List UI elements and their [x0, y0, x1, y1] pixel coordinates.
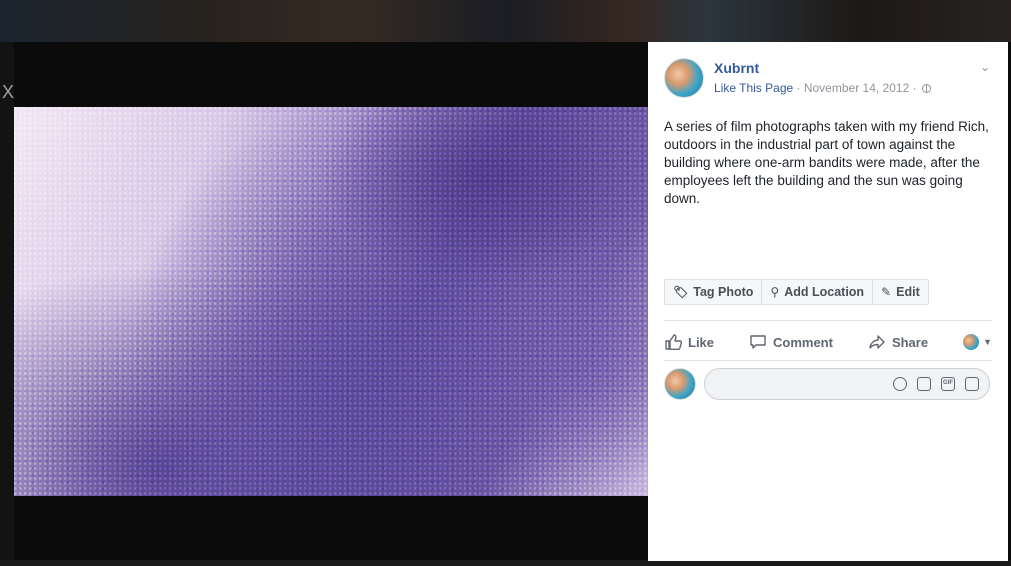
share-label: Share: [891, 334, 929, 350]
divider: [664, 320, 992, 321]
photo-grain: [14, 107, 648, 496]
camera-icon[interactable]: [917, 377, 931, 391]
comment-button[interactable]: Comment: [749, 333, 833, 351]
background-page: [0, 0, 1011, 42]
like-label: Like: [688, 334, 715, 350]
comment-composer: GIF: [664, 368, 990, 401]
post-date[interactable]: November 14, 2012: [804, 81, 909, 95]
post-meta: Xubrnt Like This Page · November 14, 201…: [714, 58, 931, 98]
edit-button[interactable]: ✎ Edit: [873, 280, 928, 304]
tag-icon: 🏷: [673, 285, 689, 299]
add-location-label: Add Location: [784, 285, 865, 299]
thumbs-up-icon: [665, 334, 682, 350]
comment-input[interactable]: [717, 369, 901, 401]
divider: [664, 360, 992, 361]
add-location-button[interactable]: ⚲ Add Location: [762, 280, 874, 304]
post-description: A series of film photographs taken with …: [664, 119, 989, 206]
tag-photo-label: Tag Photo: [693, 285, 754, 299]
tag-photo-button[interactable]: 🏷 Tag Photo: [665, 280, 763, 304]
photo-viewer-image[interactable]: [14, 107, 648, 496]
viewer-avatar: [963, 334, 980, 350]
commenter-avatar: [664, 368, 696, 400]
like-page-link[interactable]: Like This Page: [714, 81, 793, 95]
comment-tools: GIF: [883, 377, 979, 391]
separator: ·: [909, 81, 920, 95]
close-icon[interactable]: X: [2, 82, 14, 103]
chevron-down-icon[interactable]: ⌄: [980, 60, 990, 74]
like-button[interactable]: Like: [664, 333, 714, 351]
pencil-icon: ✎: [881, 285, 892, 299]
reaction-bar: Like Comment Share ▼: [664, 327, 992, 357]
emoji-icon[interactable]: [893, 377, 907, 391]
comment-box[interactable]: GIF: [704, 368, 990, 401]
globe-icon[interactable]: [921, 84, 931, 93]
caret-down-icon: ▼: [983, 337, 992, 347]
sticker-icon[interactable]: [965, 377, 979, 391]
photo-side-panel: Xubrnt Like This Page · November 14, 201…: [648, 42, 1008, 561]
post-as-selector[interactable]: ▼: [963, 334, 992, 350]
photo-action-bar: 🏷 Tag Photo ⚲ Add Location ✎ Edit: [664, 279, 929, 305]
edit-label: Edit: [896, 285, 920, 299]
separator: ·: [793, 81, 804, 95]
page-avatar[interactable]: [664, 58, 704, 98]
gif-icon[interactable]: GIF: [941, 377, 955, 391]
comment-label: Comment: [773, 334, 833, 350]
background-sidebar: [0, 42, 14, 566]
page-name-link[interactable]: Xubrnt: [714, 60, 931, 76]
post-header: Xubrnt Like This Page · November 14, 201…: [664, 58, 931, 98]
comment-icon: [750, 335, 766, 349]
location-pin-icon: ⚲: [770, 285, 780, 299]
share-icon: [869, 335, 885, 349]
post-subline: Like This Page · November 14, 2012 ·: [714, 81, 931, 95]
share-button[interactable]: Share: [868, 333, 928, 351]
